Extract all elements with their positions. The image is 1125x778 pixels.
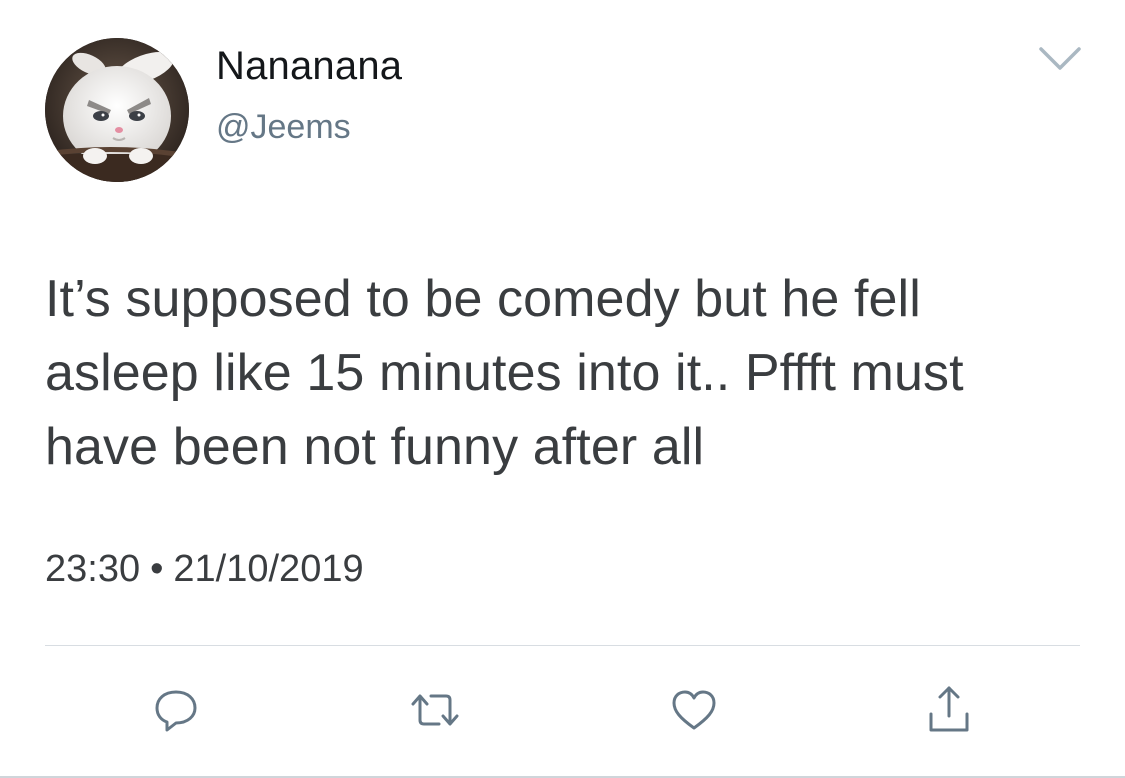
avatar[interactable] [45,38,189,182]
tweet-text: It’s supposed to be comedy but he fell a… [45,270,964,476]
divider [45,645,1080,646]
tweet-date: 21/10/2019 [173,548,364,590]
tweet-time: 23:30 [45,548,141,590]
share-button[interactable] [921,682,977,738]
reply-icon [155,690,197,732]
display-name[interactable]: Nananana [216,44,402,89]
retweet-icon [411,694,459,726]
reply-button[interactable] [148,682,204,738]
retweet-button[interactable] [407,682,463,738]
heart-icon [672,690,716,730]
like-button[interactable] [666,682,722,738]
tweet-card: Nananana @Jeems It’s supposed to be come… [0,0,1125,778]
separator-dot: • [150,548,164,590]
timestamp[interactable]: 23:30 • 21/10/2019 [45,548,364,591]
user-handle[interactable]: @Jeems [216,108,351,147]
share-icon [929,686,969,732]
avatar-image [45,38,189,182]
chevron-down-icon[interactable] [1037,44,1083,74]
